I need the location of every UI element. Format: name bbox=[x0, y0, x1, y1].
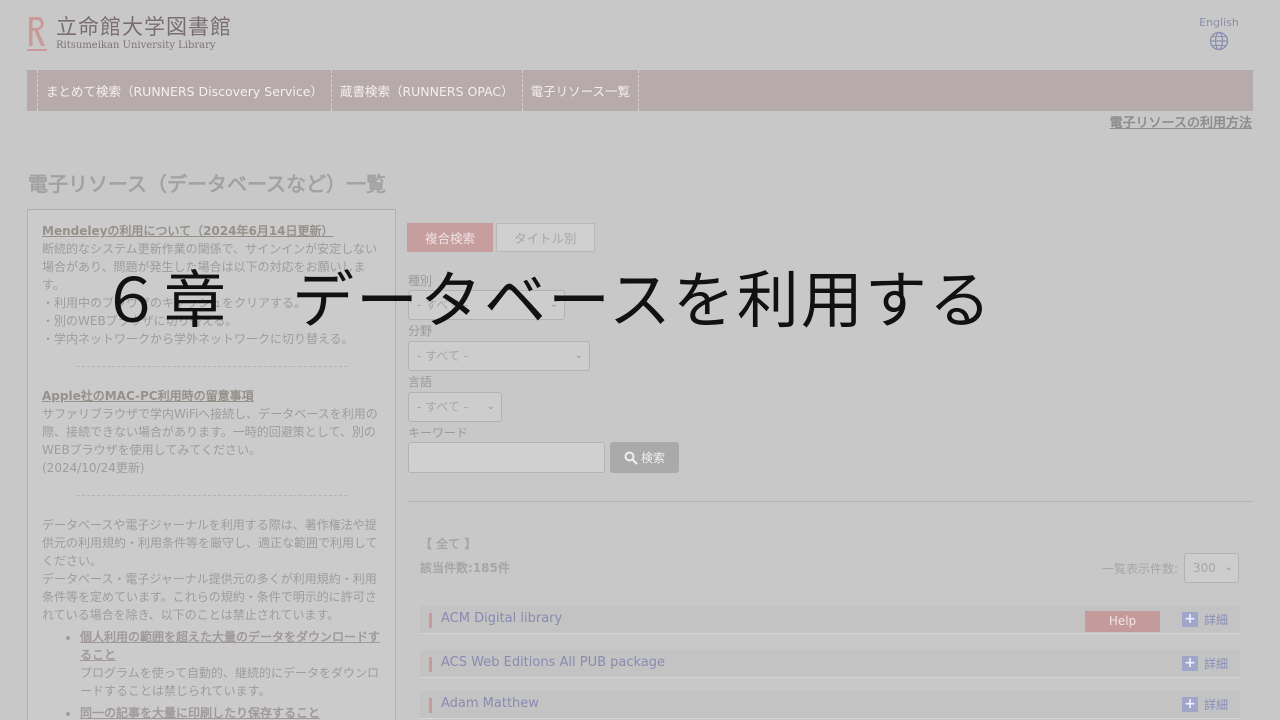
plus-icon[interactable]: + bbox=[1182, 656, 1198, 671]
database-name-link[interactable]: ACS Web Editions All PUB package bbox=[441, 655, 665, 670]
copyright-text: データベースや電子ジャーナルを利用する際は、著作権法や提供元の利用規約・利用条件… bbox=[42, 518, 378, 568]
prohibited-item-title[interactable]: 個人利用の範囲を超えた大量のデータをダウンロードすること bbox=[80, 630, 380, 662]
divider bbox=[407, 501, 1253, 502]
help-button[interactable]: Help bbox=[1085, 611, 1160, 632]
database-row: Adam Matthew + 詳細 bbox=[420, 691, 1240, 719]
detail-link[interactable]: 詳細 bbox=[1204, 696, 1228, 713]
nav-item-opac[interactable]: 蔵書検索（RUNNERS OPAC） bbox=[332, 81, 522, 100]
result-count: 該当件数:185件 bbox=[420, 561, 510, 575]
prohibited-item-text: プログラムを使って自動的、継続的にデータをダウンロードすることは禁じられています… bbox=[80, 666, 380, 698]
row-marker bbox=[429, 657, 432, 672]
ritsumeikan-r-logo-icon bbox=[27, 17, 47, 51]
copyright-text: データベース・電子ジャーナル提供元の多くが利用規約・利用条件等を定めています。こ… bbox=[42, 572, 377, 622]
language-filter-label: 言語 bbox=[408, 375, 433, 389]
plus-icon[interactable]: + bbox=[1182, 612, 1198, 627]
per-page-value: 300 bbox=[1193, 561, 1216, 575]
prohibited-list: 個人利用の範囲を超えた大量のデータをダウンロードすること プログラムを使って自動… bbox=[80, 628, 381, 720]
detail-link[interactable]: 詳細 bbox=[1204, 611, 1228, 628]
globe-icon bbox=[1209, 31, 1229, 51]
chevron-down-icon: ⌄ bbox=[486, 401, 495, 412]
database-name-link[interactable]: Adam Matthew bbox=[441, 696, 539, 711]
plus-icon[interactable]: + bbox=[1182, 697, 1198, 712]
apple-notice-date: (2024/10/24更新) bbox=[42, 461, 145, 475]
apple-notice-link[interactable]: Apple社のMAC-PC利用時の留意事項 bbox=[42, 389, 254, 403]
tab-by-title[interactable]: タイトル別 bbox=[496, 223, 595, 252]
usage-guide-link[interactable]: 電子リソースの利用方法 bbox=[1110, 112, 1252, 131]
detail-link[interactable]: 詳細 bbox=[1204, 655, 1228, 672]
chevron-down-icon: ⌄ bbox=[574, 350, 583, 361]
database-row: ACS Web Editions All PUB package + 詳細 bbox=[420, 650, 1240, 678]
divider bbox=[76, 366, 347, 367]
per-page-label: 一覧表示件数: bbox=[1102, 562, 1179, 576]
chevron-down-icon: ⌄ bbox=[1224, 562, 1233, 573]
field-select-value: - すべて - bbox=[417, 349, 468, 363]
divider bbox=[76, 495, 347, 496]
mendeley-notice-link[interactable]: Mendeleyの利用について（2024年6月14日更新） bbox=[42, 224, 334, 238]
logo-title-en: Ritsumeikan University Library bbox=[56, 40, 216, 51]
library-page: 立命館大学図書館 Ritsumeikan University Library … bbox=[0, 0, 1280, 720]
row-marker bbox=[429, 613, 432, 628]
search-button[interactable]: 検索 bbox=[610, 442, 679, 473]
field-select[interactable]: - すべて - ⌄ bbox=[408, 341, 590, 371]
language-label: English bbox=[1199, 16, 1239, 29]
chapter-title-overlay: ６章 データベースを利用する bbox=[100, 264, 993, 337]
per-page-select[interactable]: 300 ⌄ bbox=[1184, 553, 1239, 583]
search-button-label: 検索 bbox=[640, 451, 665, 465]
logo-title-jp: 立命館大学図書館 bbox=[56, 15, 232, 39]
language-select-value: - すべて - bbox=[417, 400, 468, 414]
main-nav: まとめて検索（RUNNERS Discovery Service） 蔵書検索（R… bbox=[27, 70, 1253, 111]
apple-notice-text: サファリブラウザで学内WiFiへ接続し、データベースを利用の際、接続できない場合… bbox=[42, 407, 378, 457]
list-item: 個人利用の範囲を超えた大量のデータをダウンロードすること プログラムを使って自動… bbox=[80, 628, 381, 700]
category-label: 【 全て 】 bbox=[420, 537, 477, 551]
list-item: 同一の記事を大量に印刷したり保存すること bbox=[80, 704, 381, 720]
nav-item-e-resources[interactable]: 電子リソース一覧 bbox=[523, 81, 638, 100]
nav-separator bbox=[638, 70, 640, 111]
search-tabs: 複合検索 タイトル別 bbox=[407, 223, 598, 252]
tab-combined-search[interactable]: 複合検索 bbox=[407, 223, 494, 252]
language-switch[interactable]: English bbox=[1198, 16, 1240, 51]
keyword-label: キーワード bbox=[408, 426, 469, 440]
prohibited-item-title[interactable]: 同一の記事を大量に印刷したり保存すること bbox=[80, 706, 320, 720]
row-marker bbox=[429, 698, 432, 713]
page-title: 電子リソース（データベースなど）一覧 bbox=[28, 172, 386, 196]
nav-item-discovery[interactable]: まとめて検索（RUNNERS Discovery Service） bbox=[38, 81, 331, 100]
keyword-input[interactable] bbox=[408, 442, 605, 473]
search-icon bbox=[624, 451, 638, 465]
library-logo[interactable]: 立命館大学図書館 Ritsumeikan University Library bbox=[26, 14, 232, 54]
database-row: ACM Digital library Help + 詳細 bbox=[420, 606, 1240, 634]
language-select[interactable]: - すべて - ⌄ bbox=[408, 392, 502, 422]
database-name-link[interactable]: ACM Digital library bbox=[441, 611, 562, 626]
